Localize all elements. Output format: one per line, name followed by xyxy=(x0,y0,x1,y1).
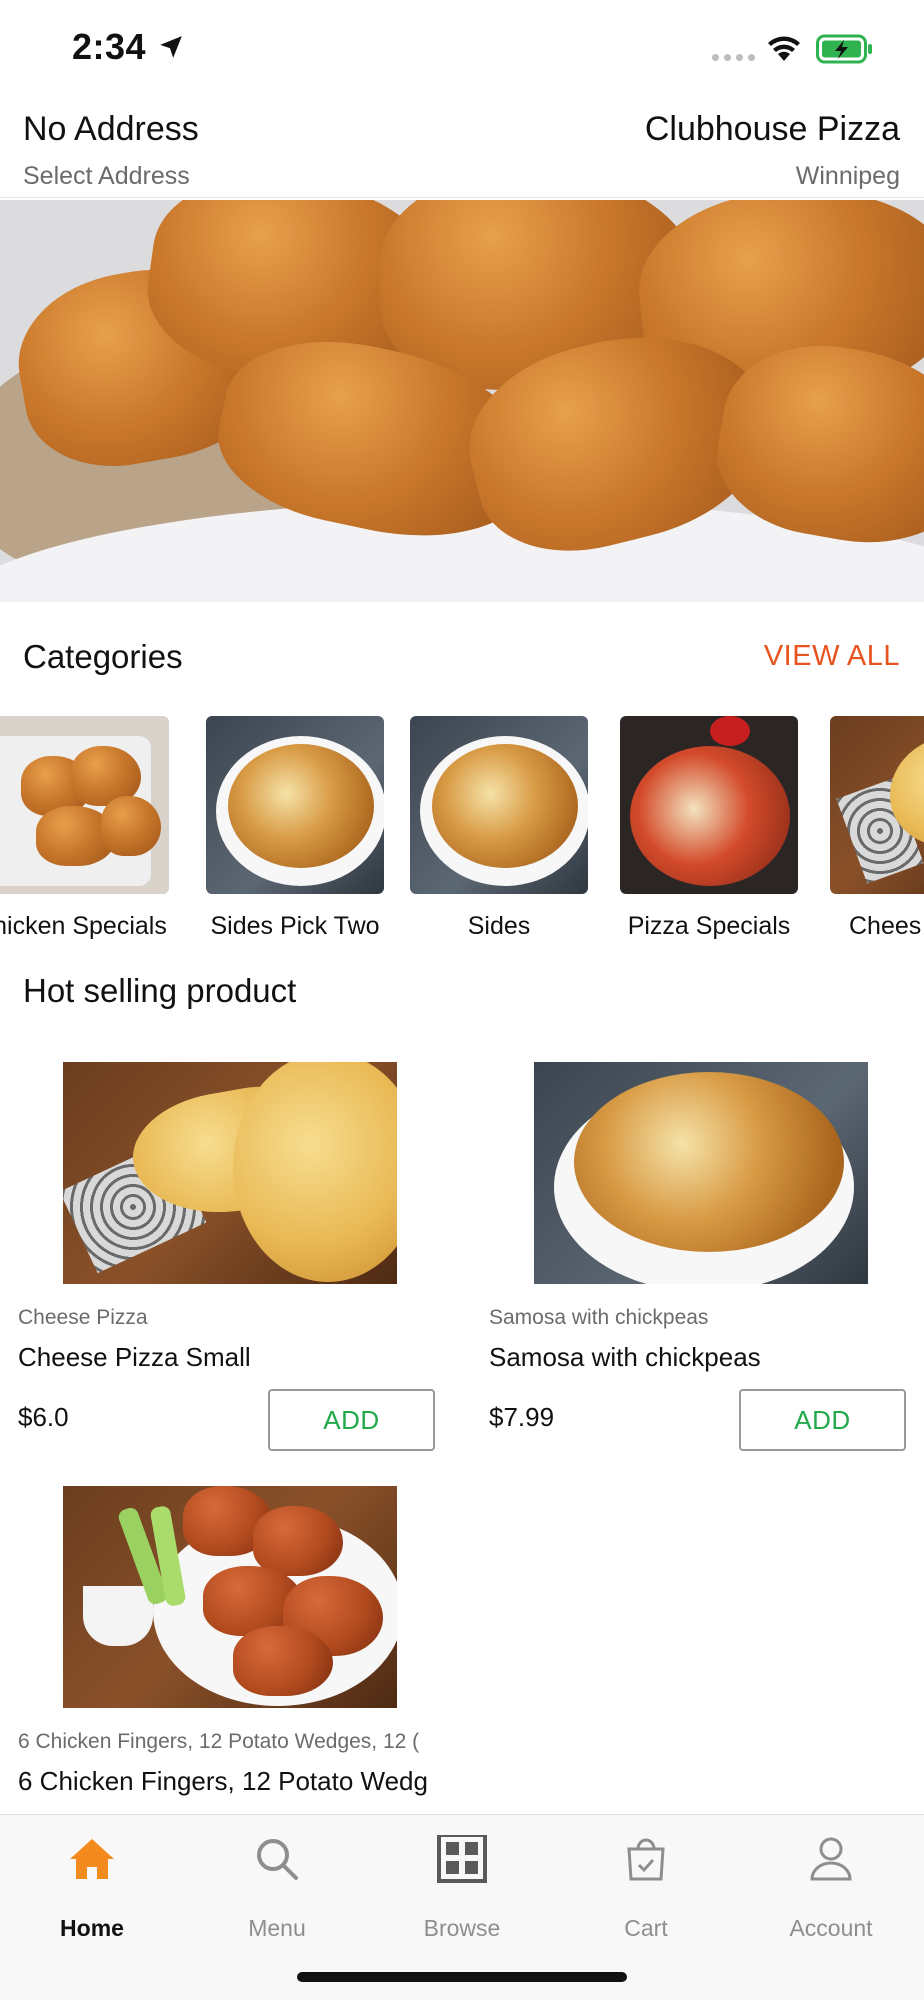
product-image xyxy=(63,1062,397,1284)
add-to-cart-button[interactable]: ADD xyxy=(268,1389,435,1451)
user-icon xyxy=(810,1837,852,1881)
categories-heading: Categories xyxy=(23,638,183,675)
category-image xyxy=(0,716,169,894)
tab-label: Menu xyxy=(248,1915,306,1941)
status-bar: 2:34 xyxy=(0,0,924,100)
location-arrow-icon xyxy=(160,36,182,58)
product-image xyxy=(63,1486,397,1708)
category-label: Sides xyxy=(467,912,531,940)
cellular-signal-icon xyxy=(712,54,755,61)
category-image xyxy=(206,716,384,894)
category-label: Pizza Specials xyxy=(627,912,791,940)
home-indicator xyxy=(297,1972,627,1982)
tab-home[interactable]: Home xyxy=(0,1835,184,1941)
product-card[interactable]: Cheese Pizza Cheese Pizza Small $6.0 ADD xyxy=(0,1062,435,1462)
wifi-icon xyxy=(768,36,800,61)
product-category: Samosa with chickpeas xyxy=(489,1306,709,1329)
category-label: Sides Pick Two xyxy=(210,912,380,940)
product-name: Samosa with chickpeas xyxy=(489,1342,761,1372)
tab-label: Account xyxy=(789,1915,873,1941)
grid-icon xyxy=(437,1835,487,1883)
address-title[interactable]: No Address xyxy=(23,110,199,149)
product-card[interactable]: Samosa with chickpeas Samosa with chickp… xyxy=(471,1062,906,1462)
product-price: $7.99 xyxy=(489,1402,555,1432)
category-image xyxy=(410,716,588,894)
tab-account[interactable]: Account xyxy=(739,1835,923,1941)
tab-browse[interactable]: Browse xyxy=(370,1835,554,1941)
shopping-bag-icon xyxy=(627,1838,665,1881)
category-image xyxy=(620,716,798,894)
search-icon xyxy=(257,1839,298,1880)
product-card[interactable]: 6 Chicken Fingers, 12 Potato Wedges, 12 … xyxy=(0,1486,428,1814)
store-name[interactable]: Clubhouse Pizza xyxy=(645,110,900,149)
hot-selling-heading: Hot selling product xyxy=(23,972,297,1009)
battery-charging-icon xyxy=(816,34,872,64)
category-label: Chees xyxy=(849,912,922,940)
status-time: 2:34 xyxy=(72,26,147,67)
store-city: Winnipeg xyxy=(795,162,900,190)
category-label: hicken Specials xyxy=(0,912,167,940)
product-price: $6.0 xyxy=(18,1402,69,1432)
view-all-link[interactable]: VIEW ALL xyxy=(764,640,900,673)
product-category: 6 Chicken Fingers, 12 Potato Wedges, 12 … xyxy=(18,1730,420,1753)
tab-menu[interactable]: Menu xyxy=(185,1835,369,1941)
add-to-cart-button[interactable]: ADD xyxy=(739,1389,906,1451)
home-icon xyxy=(70,1839,114,1879)
product-category: Cheese Pizza xyxy=(18,1306,148,1329)
promo-banner[interactable] xyxy=(0,200,924,602)
product-name: 6 Chicken Fingers, 12 Potato Wedg xyxy=(18,1766,428,1796)
product-name: Cheese Pizza Small xyxy=(18,1342,251,1372)
tab-cart[interactable]: Cart xyxy=(554,1835,738,1941)
tab-label: Browse xyxy=(423,1915,501,1941)
select-address-link[interactable]: Select Address xyxy=(23,162,190,191)
product-image xyxy=(534,1062,868,1284)
tab-label: Cart xyxy=(624,1915,668,1941)
category-image xyxy=(830,716,924,894)
header: No Address Select Address Clubhouse Pizz… xyxy=(0,100,924,198)
tab-label: Home xyxy=(60,1915,124,1941)
categories-carousel[interactable]: hicken Specials Sides Pick Two Sides Piz… xyxy=(0,716,924,946)
